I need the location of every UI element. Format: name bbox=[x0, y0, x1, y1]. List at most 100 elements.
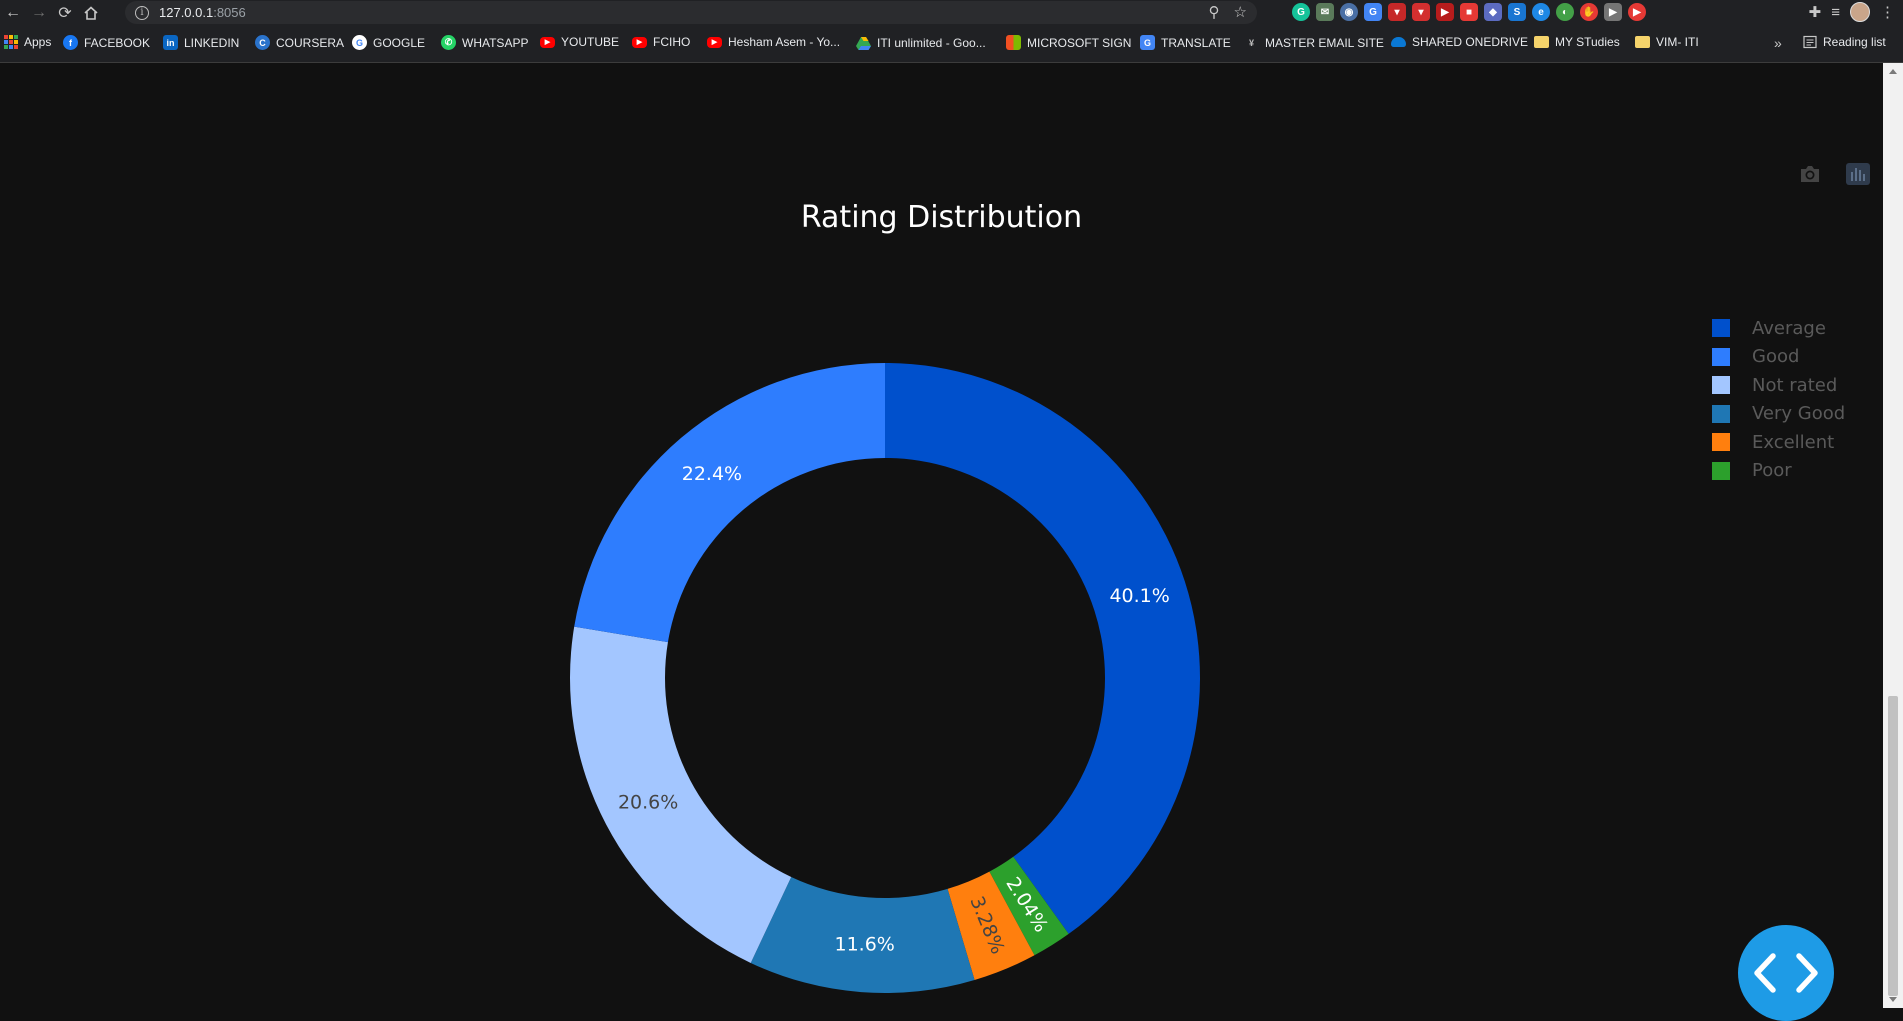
legend-item[interactable]: Not rated bbox=[1712, 371, 1845, 400]
linkedin-icon: in bbox=[163, 35, 178, 50]
slice-label-not-rated: 20.6% bbox=[618, 791, 678, 813]
reading-list-button[interactable]: Reading list bbox=[1803, 35, 1886, 49]
code-brackets-icon bbox=[1754, 953, 1818, 993]
google-drive-icon bbox=[856, 35, 871, 50]
youtube-icon: ▶ bbox=[707, 36, 722, 48]
donut-slice-good[interactable] bbox=[574, 363, 885, 643]
home-icon[interactable] bbox=[78, 0, 104, 26]
address-bar[interactable]: i 127.0.0.1:8056 ⚲ ☆ bbox=[125, 1, 1257, 24]
site-info-icon[interactable]: i bbox=[135, 5, 149, 20]
compass-icon[interactable]: ◉ bbox=[1340, 3, 1358, 21]
bookmarks-bar: » Reading list Apps f FACEBOOK in LINKEDIN C C… bbox=[0, 26, 1903, 63]
legend-item[interactable]: Excellent bbox=[1712, 428, 1845, 457]
donut-slice-average[interactable] bbox=[885, 363, 1200, 934]
leaf-icon[interactable]: ◐ bbox=[1556, 3, 1574, 21]
extensions-bar: G ✉ ◉ G ▾ ▾ ▶ ■ ◆ Se ◐ ✋ ▶ ▶ bbox=[1292, 3, 1646, 21]
folder-icon bbox=[1534, 36, 1549, 48]
bookmark-item[interactable]: ITI unlimited - Goo... bbox=[856, 35, 986, 50]
bookmark-label: FCIHO bbox=[653, 35, 691, 49]
scrollbar-thumb[interactable] bbox=[1888, 696, 1898, 996]
bookmark-item[interactable]: ▶ FCIHO bbox=[632, 35, 690, 49]
youtube-icon: ▶ bbox=[540, 36, 555, 48]
bookmark-label: VIM- ITI bbox=[1656, 35, 1699, 49]
youtube-ext-icon[interactable]: ▶ bbox=[1628, 3, 1646, 21]
whatsapp-icon: ✆ bbox=[441, 35, 456, 50]
bookmark-item[interactable]: ▶ YOUTUBE bbox=[540, 35, 619, 49]
record-icon[interactable]: ■ bbox=[1460, 3, 1478, 21]
bookmark-item[interactable]: MICROSOFT SIGN bbox=[1006, 35, 1131, 50]
bookmark-item[interactable]: ✆ WHATSAPP bbox=[441, 35, 528, 50]
zoom-icon[interactable]: ⚲ bbox=[1209, 3, 1220, 21]
chrome-menu-icon[interactable]: ⋮ bbox=[1880, 3, 1895, 21]
legend-item[interactable]: Very Good bbox=[1712, 400, 1845, 429]
legend-label: Not rated bbox=[1752, 374, 1838, 396]
bookmark-label: ITI unlimited - Goo... bbox=[877, 35, 986, 50]
red-ext-icon[interactable]: ▾ bbox=[1388, 3, 1406, 21]
dash-debug-button[interactable] bbox=[1738, 925, 1834, 1021]
bookmark-item[interactable]: G TRANSLATE bbox=[1140, 35, 1231, 50]
bookmark-item[interactable]: in LINKEDIN bbox=[163, 35, 239, 50]
hand-icon[interactable]: ✋ bbox=[1580, 3, 1598, 21]
bookmark-label: FACEBOOK bbox=[84, 35, 151, 50]
legend-swatch bbox=[1712, 461, 1730, 480]
bookmark-item[interactable]: Apps bbox=[4, 35, 51, 49]
slice-label-average: 40.1% bbox=[1109, 585, 1169, 607]
legend-item[interactable]: Poor bbox=[1712, 457, 1845, 486]
profile-avatar[interactable] bbox=[1850, 2, 1870, 22]
bookmark-item[interactable]: C COURSERA bbox=[255, 35, 344, 50]
google-icon: G bbox=[352, 35, 367, 50]
reload-icon[interactable]: ⟳ bbox=[52, 0, 78, 26]
bookmark-label: SHARED ONEDRIVE bbox=[1412, 35, 1529, 49]
bookmark-label: YOUTUBE bbox=[561, 35, 620, 49]
legend-swatch bbox=[1712, 319, 1730, 338]
legend-swatch bbox=[1712, 376, 1730, 395]
donut-slice-not-rated[interactable] bbox=[570, 626, 792, 963]
bookmark-item[interactable]: MY STudies bbox=[1534, 35, 1620, 49]
bookmark-label: TRANSLATE bbox=[1161, 35, 1231, 50]
onedrive-icon bbox=[1391, 37, 1406, 47]
legend-label: Poor bbox=[1752, 460, 1792, 482]
back-icon[interactable]: ← bbox=[0, 0, 26, 26]
edge-icon[interactable]: e bbox=[1532, 3, 1550, 21]
skype-icon[interactable]: S bbox=[1508, 3, 1526, 21]
grammarly-icon[interactable]: G bbox=[1292, 3, 1310, 21]
folder-icon bbox=[1635, 36, 1650, 48]
translate-icon[interactable]: G bbox=[1364, 3, 1382, 21]
dash-page: Rating Distribution 40.1% 2.04% 3.28% 11.6%… bbox=[0, 63, 1883, 1021]
bookmark-item[interactable]: ¥ MASTER EMAIL SITE bbox=[1244, 35, 1384, 50]
bookmark-label: COURSERA bbox=[276, 35, 345, 50]
bookmark-item[interactable]: VIM- ITI bbox=[1635, 35, 1699, 49]
youtube-icon: ▶ bbox=[632, 36, 647, 48]
legend-item[interactable]: Average bbox=[1712, 314, 1845, 343]
video-icon[interactable]: ▶ bbox=[1604, 3, 1622, 21]
bookmark-item[interactable]: f FACEBOOK bbox=[63, 35, 150, 50]
bookmark-label: LINKEDIN bbox=[184, 35, 240, 50]
rating-donut-chart[interactable]: 40.1%2.04%3.28%11.6%20.6%22.4% bbox=[560, 353, 1210, 1003]
red-square-icon[interactable]: ▶ bbox=[1436, 3, 1454, 21]
bookmark-item[interactable]: G GOOGLE bbox=[352, 35, 425, 50]
extensions-puzzle-icon[interactable]: ✚ bbox=[1809, 3, 1822, 21]
legend-label: Very Good bbox=[1752, 403, 1846, 425]
pocket-icon[interactable]: ▾ bbox=[1412, 3, 1430, 21]
legend-swatch bbox=[1712, 404, 1730, 423]
bookmark-star-icon[interactable]: ☆ bbox=[1234, 3, 1247, 21]
mail-icon[interactable]: ✉ bbox=[1316, 3, 1334, 21]
chart-legend: Average Good Not rated Very Good Excellent Po… bbox=[1712, 314, 1845, 485]
microsoft-icon bbox=[1006, 35, 1021, 50]
camera-icon[interactable] bbox=[1797, 163, 1823, 185]
reading-list-label: Reading list bbox=[1823, 35, 1886, 49]
legend-item[interactable]: Good bbox=[1712, 343, 1845, 372]
page-scrollbar[interactable] bbox=[1883, 63, 1903, 1008]
reading-list-toolbar-icon[interactable]: ≡ bbox=[1831, 4, 1840, 21]
slice-label-good: 22.4% bbox=[682, 463, 742, 485]
bookmark-item[interactable]: SHARED ONEDRIVE bbox=[1391, 35, 1528, 49]
scroll-down-arrow[interactable] bbox=[1889, 997, 1897, 1002]
bookmark-item[interactable]: ▶ Hesham Asem - Yo... bbox=[707, 35, 840, 49]
bookmark-label: MY STudies bbox=[1555, 35, 1620, 49]
bookmarks-overflow-button[interactable]: » bbox=[1774, 35, 1782, 51]
dropbox-icon[interactable]: ◆ bbox=[1484, 3, 1502, 21]
plotly-logo-icon[interactable] bbox=[1845, 163, 1871, 185]
scroll-up-arrow[interactable] bbox=[1889, 69, 1897, 74]
translate-icon: G bbox=[1140, 35, 1155, 50]
forward-icon[interactable]: → bbox=[26, 0, 52, 26]
